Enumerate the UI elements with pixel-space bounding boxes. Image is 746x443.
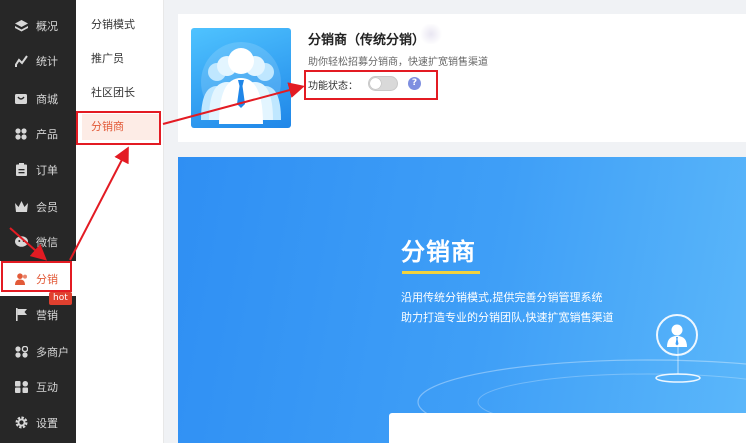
sidebar-item-settings[interactable]: 设置 (0, 405, 76, 440)
plugin-title: 分销商（传统分销） (308, 33, 426, 48)
interact-icon (14, 380, 28, 394)
sidebar-item-orders[interactable]: 订单 (0, 152, 76, 187)
sidebar-item-statistics[interactable]: 统计 (0, 43, 76, 78)
banner-title: 分销商 (401, 238, 476, 266)
sidebar-item-label: 微信 (36, 235, 58, 249)
sidebar-item-mall[interactable]: 商城 (0, 81, 76, 116)
sidebar-item-multi-merchant[interactable]: 多商户 (0, 334, 76, 369)
sidebar-item-label: 设置 (36, 416, 58, 430)
sub-navigation: 分销模式 推广员 社区团长 分销商 (76, 0, 164, 443)
wechat-icon (14, 235, 28, 249)
annotation-box-distributor (76, 111, 161, 145)
banner-accent-line (402, 271, 480, 274)
banner-avatar-icon (656, 314, 698, 356)
clipboard-icon (14, 163, 28, 177)
distributor-logo (191, 28, 291, 128)
banner-text-line1: 沿用传统分销模式,提供完善分销管理系统 (401, 291, 603, 304)
merchant-icon (14, 345, 28, 359)
sidebar-item-wechat[interactable]: 微信 (0, 224, 76, 259)
sidebar-item-label: 会员 (36, 200, 58, 214)
sidebar-item-interaction[interactable]: 互动 (0, 369, 76, 404)
subnav-item-community-leader[interactable]: 社区团长 (82, 80, 160, 106)
flag-icon (14, 308, 28, 322)
blurred-region (420, 24, 442, 44)
hot-badge: hot (49, 292, 72, 305)
main-sidebar: 概况 统计 商城 产品 订单 会员 微信 分销 营销 多商户 互动 设置 (0, 0, 76, 443)
sidebar-item-label: 统计 (36, 54, 58, 68)
chart-icon (14, 54, 28, 68)
people-group-icon (201, 42, 281, 124)
sidebar-item-label: 产品 (36, 127, 58, 141)
sidebar-item-members[interactable]: 会员 (0, 189, 76, 224)
annotation-box-status (304, 70, 438, 100)
sidebar-item-label: 商城 (36, 92, 58, 106)
sidebar-item-products[interactable]: 产品 (0, 116, 76, 151)
sidebar-item-label: 互动 (36, 380, 58, 394)
plugin-subtitle: 助你轻松招募分销商，快速扩宽销售渠道 (308, 57, 488, 68)
sidebar-item-label: 多商户 (36, 345, 69, 359)
sidebar-item-overview[interactable]: 概况 (0, 8, 76, 43)
banner-bottom-panel (389, 413, 746, 443)
subnav-item-mode[interactable]: 分销模式 (82, 12, 160, 38)
subnav-item-promoter[interactable]: 推广员 (82, 46, 160, 72)
sidebar-item-label: 订单 (36, 163, 58, 177)
crown-icon (14, 200, 28, 214)
annotation-box-distribution (1, 261, 72, 292)
layers-icon (14, 19, 28, 33)
gear-icon (14, 416, 28, 430)
store-icon (14, 92, 28, 106)
sidebar-item-label: 营销 (36, 308, 58, 322)
sidebar-item-label: 概况 (36, 19, 58, 33)
grid-icon (14, 127, 28, 141)
banner-text-line2: 助力打造专业的分销团队,快速扩宽销售渠道 (401, 311, 614, 324)
